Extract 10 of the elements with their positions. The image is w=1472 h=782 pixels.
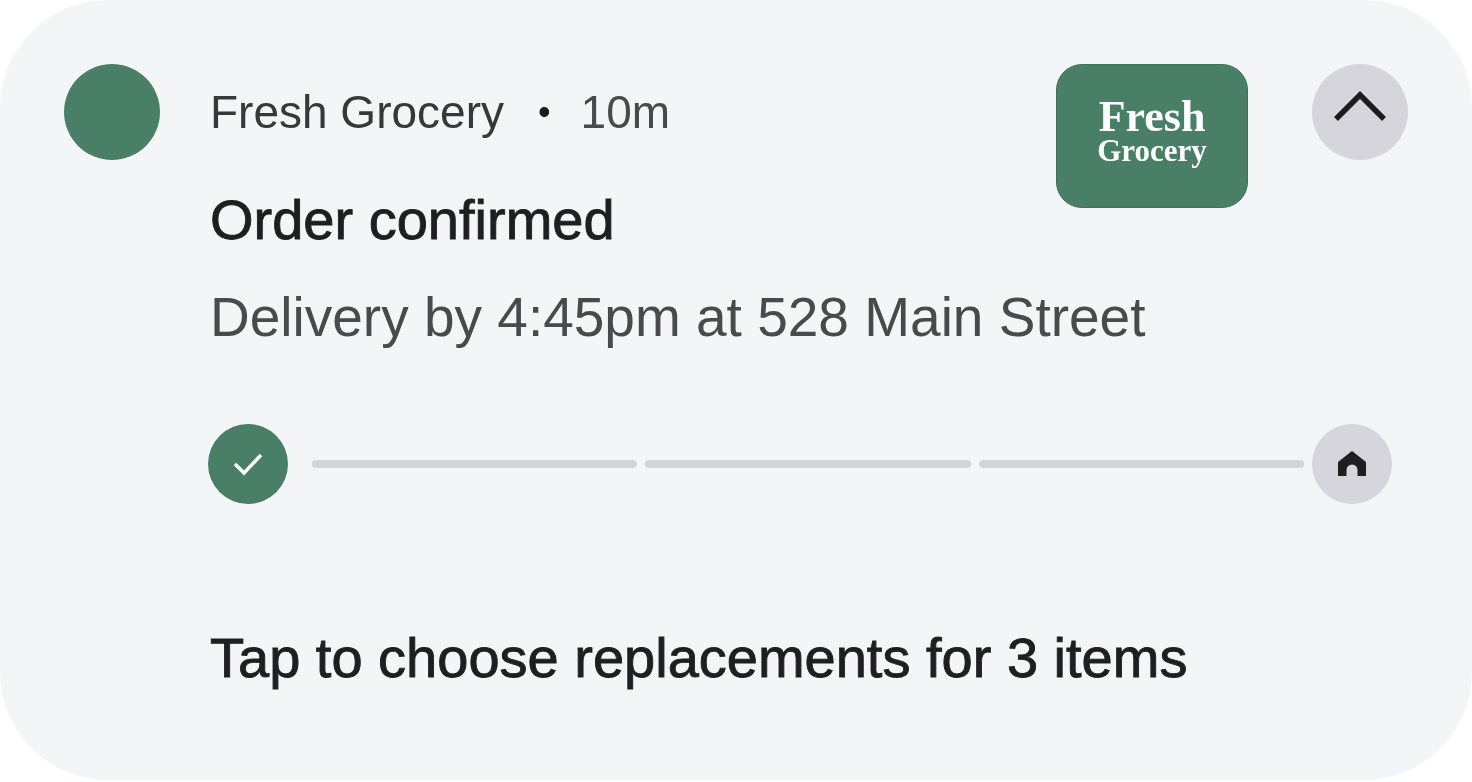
logo-subtitle: Grocery (1097, 136, 1207, 166)
chevron-up-icon (1332, 91, 1388, 123)
logo-title: Fresh (1098, 98, 1206, 136)
app-name: Fresh Grocery (210, 85, 504, 140)
notification-card[interactable]: Fresh Grocery • 10m Order confirmed Fresh Grocery Delivery by 4:45pm at 528 Main Street Tap to choose replacements for 3 items (0, 0, 1472, 780)
notification-text: Delivery by 4:45pm at 528 Main Street (210, 285, 1147, 349)
timestamp: 10m (580, 85, 671, 140)
bullet-separator: • (537, 90, 551, 134)
notification-title: Order confirmed (210, 188, 616, 252)
action-prompt-text: Tap to choose replacements for 3 items (210, 626, 1189, 690)
